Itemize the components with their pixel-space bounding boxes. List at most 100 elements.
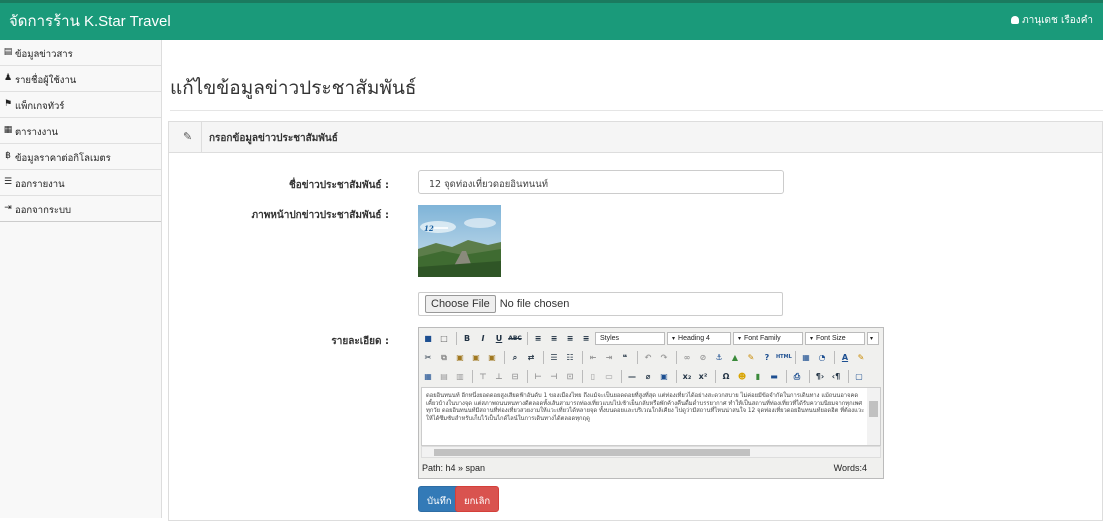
brand-title[interactable]: จัดการร้าน K.Star Travel — [9, 9, 171, 33]
sidebar-item-packages[interactable]: ⚑ แพ็กเกจทัวร์ — [0, 92, 161, 118]
numbered-list-icon[interactable]: ☷ — [563, 351, 577, 364]
special-char-icon[interactable]: Ω — [719, 370, 733, 383]
baht-icon: ฿ — [5, 151, 11, 161]
save-icon[interactable]: ■ — [421, 332, 435, 345]
scrollbar-thumb[interactable] — [434, 449, 750, 456]
align-right-icon[interactable]: ≡ — [563, 332, 577, 345]
toolbar-separator — [676, 351, 677, 364]
cover-image: 12 — [418, 205, 501, 277]
scrollbar-thumb[interactable] — [869, 401, 878, 417]
sidebar-item-users[interactable]: ♟ รายชื่อผู้ใช้งาน — [0, 66, 161, 92]
split-cells-icon[interactable]: ▯ — [586, 370, 600, 383]
insert-time-icon[interactable]: ◔ — [815, 351, 829, 364]
italic-icon[interactable]: I — [476, 332, 490, 345]
extra-dropdown[interactable]: ▾ — [867, 332, 879, 345]
editor-status-bar: Path: h4 » span Words:4 — [421, 461, 881, 477]
subscript-icon[interactable]: x₂ — [680, 370, 694, 383]
sidebar-item-reports[interactable]: ☰ ออกรายงาน — [0, 170, 161, 196]
visual-aid-icon[interactable]: ▣ — [657, 370, 671, 383]
news-name-input[interactable]: 12 จุดท่องเที่ยวดอยอินทนนท์ — [418, 170, 784, 194]
align-center-icon[interactable]: ≡ — [547, 332, 561, 345]
delete-col-icon[interactable]: ⊡ — [563, 370, 577, 383]
insert-date-icon[interactable]: ▦ — [799, 351, 813, 364]
cancel-button[interactable]: ยกเลิก — [455, 486, 500, 512]
sidebar-item-schedule[interactable]: ▦ ตารางงาน — [0, 118, 161, 144]
font-size-dropdown[interactable]: ▾ Font Size — [805, 332, 865, 345]
underline-icon[interactable]: U — [492, 332, 506, 345]
align-left-icon[interactable]: ≡ — [531, 332, 545, 345]
redo-icon[interactable]: ↷ — [657, 351, 671, 364]
heading-dropdown[interactable]: ▾ Heading 4 — [667, 332, 731, 345]
ltr-icon[interactable]: ¶› — [813, 370, 827, 383]
cleanup-icon[interactable]: ✎ — [744, 351, 758, 364]
sidebar: ▤ ข้อมูลข่าวสาร ♟ รายชื่อผู้ใช้งาน ⚑ แพ็กเก… — [0, 40, 162, 518]
insert-col-before-icon[interactable]: ⊢ — [531, 370, 545, 383]
paste-icon[interactable]: ▣ — [453, 351, 467, 364]
fullscreen-icon[interactable]: ▬ — [767, 370, 781, 383]
paste-word-icon[interactable]: ▣ — [485, 351, 499, 364]
blockquote-icon[interactable]: ❝ — [618, 351, 632, 364]
page-title: แก้ไขข้อมูลข่าวประชาสัมพันธ์ — [170, 77, 417, 99]
new-document-icon[interactable]: □ — [437, 332, 451, 345]
rtl-icon[interactable]: ‹¶ — [829, 370, 843, 383]
strikethrough-icon[interactable]: ABC — [508, 332, 522, 345]
vertical-scrollbar[interactable] — [867, 388, 880, 445]
font-family-dropdown[interactable]: ▾ Font Family — [733, 332, 803, 345]
user-menu[interactable]: ภานุเดช เรืองคำ — [1011, 13, 1093, 28]
top-navbar: จัดการร้าน K.Star Travel ภานุเดช เรืองคำ — [0, 0, 1103, 40]
heading-value: Heading 4 — [678, 335, 710, 342]
user-name: ภานุเดช เรืองคำ — [1022, 15, 1093, 26]
chevron-down-icon: ▾ — [870, 336, 874, 342]
anchor-icon[interactable]: ⚓ — [712, 351, 726, 364]
file-upload[interactable]: Choose File No file chosen — [418, 292, 783, 316]
insert-row-after-icon[interactable]: ⊥ — [492, 370, 506, 383]
delete-row-icon[interactable]: ⊟ — [508, 370, 522, 383]
styles-dropdown[interactable]: Styles — [595, 332, 665, 345]
cell-props-icon[interactable]: ▥ — [453, 370, 467, 383]
horizontal-rule-icon[interactable]: — — [625, 370, 639, 383]
print-icon[interactable]: ⎙ — [790, 370, 804, 383]
preview-icon[interactable]: ▢ — [852, 370, 866, 383]
emoticon-icon[interactable]: ☻ — [735, 370, 749, 383]
help-icon[interactable]: ? — [760, 351, 774, 364]
row-props-icon[interactable]: ▤ — [437, 370, 451, 383]
edit-icon: ✎ — [183, 130, 193, 143]
bullet-list-icon[interactable]: ☰ — [547, 351, 561, 364]
sidebar-item-logout[interactable]: ⇥ ออกจากระบบ — [0, 196, 161, 222]
sidebar-item-news[interactable]: ▤ ข้อมูลข่าวสาร — [0, 40, 161, 66]
sidebar-item-label: ออกจากระบบ — [15, 205, 72, 216]
toolbar-separator — [621, 370, 622, 383]
highlight-color-icon[interactable]: ✎ — [854, 351, 868, 364]
link-icon[interactable]: ∞ — [680, 351, 694, 364]
element-path: Path: h4 » span — [422, 463, 486, 473]
editor-content-area[interactable]: ดอยอินทนนท์ อีกหนึ่งยอดดอยสูงเสียดฟ้าอัน… — [421, 387, 881, 446]
image-icon[interactable]: ▲ — [728, 351, 742, 364]
insert-col-after-icon[interactable]: ⊣ — [547, 370, 561, 383]
table-icon[interactable]: ▦ — [421, 370, 435, 383]
indent-icon[interactable]: ⇥ — [602, 351, 616, 364]
sidebar-item-price-per-km[interactable]: ฿ ข้อมูลราคาต่อกิโลเมตร — [0, 144, 161, 170]
bold-icon[interactable]: B — [460, 332, 474, 345]
paste-text-icon[interactable]: ▣ — [469, 351, 483, 364]
toolbar-separator — [504, 351, 505, 364]
copy-icon[interactable]: ⧉ — [437, 351, 451, 364]
html-icon[interactable]: HTML — [776, 351, 792, 364]
undo-icon[interactable]: ↶ — [641, 351, 655, 364]
merge-cells-icon[interactable]: ▭ — [602, 370, 616, 383]
horizontal-scrollbar[interactable] — [421, 446, 881, 458]
align-justify-icon[interactable]: ≡ — [579, 332, 593, 345]
toolbar-separator — [676, 370, 677, 383]
media-icon[interactable]: ▮ — [751, 370, 765, 383]
user-icon — [1011, 16, 1020, 24]
outdent-icon[interactable]: ⇤ — [586, 351, 600, 364]
cut-icon[interactable]: ✂ — [421, 351, 435, 364]
unlink-icon[interactable]: ⊘ — [696, 351, 710, 364]
toolbar-separator — [582, 351, 583, 364]
find-icon[interactable]: ⌕ — [508, 351, 522, 364]
choose-file-button[interactable]: Choose File — [425, 295, 496, 313]
insert-row-before-icon[interactable]: ⊤ — [476, 370, 490, 383]
replace-icon[interactable]: ⇄ — [524, 351, 538, 364]
superscript-icon[interactable]: x² — [696, 370, 710, 383]
remove-format-icon[interactable]: ⌀ — [641, 370, 655, 383]
text-color-icon[interactable]: A — [838, 351, 852, 364]
